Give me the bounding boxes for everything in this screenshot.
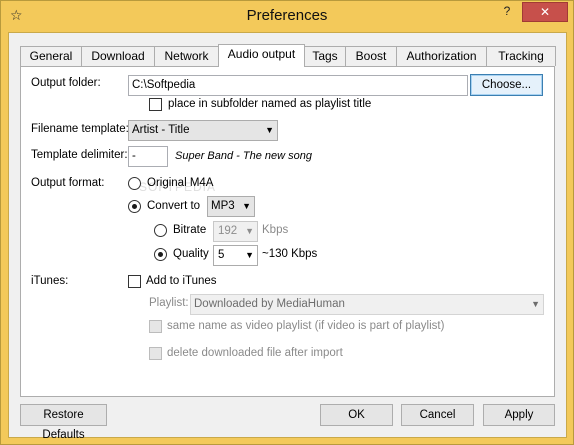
help-button[interactable]: ? <box>494 2 520 22</box>
close-button[interactable]: ✕ <box>522 2 568 22</box>
convert-format-value: MP3 <box>211 200 235 212</box>
window-title: Preferences <box>246 7 328 24</box>
delimiter-example: Super Band - The new song <box>175 150 312 162</box>
delete-after-import-checkbox[interactable] <box>149 347 162 360</box>
bitrate-unit: Kbps <box>262 224 289 236</box>
title-bar[interactable]: ☆ Preferences ? ✕ <box>1 1 573 33</box>
chevron-down-icon: ▼ <box>265 125 274 135</box>
choose-folder-button[interactable]: Choose... <box>470 74 543 96</box>
add-to-itunes-label: Add to iTunes <box>146 275 217 287</box>
tab-boost[interactable]: Boost <box>345 46 397 66</box>
preferences-window: ☆ Preferences ? ✕ General Download Netwo… <box>0 0 574 445</box>
convert-format-select[interactable]: MP3 ▼ <box>207 196 255 217</box>
chevron-down-icon: ▼ <box>245 250 254 260</box>
restore-defaults-button[interactable]: Restore Defaults <box>20 404 107 441</box>
tab-tracking[interactable]: Tracking <box>486 46 556 66</box>
template-delimiter-label: Template delimiter: <box>31 149 128 161</box>
delete-after-import-label: delete downloaded file after import <box>167 347 343 359</box>
tab-network[interactable]: Network <box>154 46 219 66</box>
ok-button[interactable]: OK <box>320 404 393 426</box>
bitrate-label: Bitrate <box>173 224 207 236</box>
tab-download[interactable]: Download <box>81 46 155 66</box>
dialog-client: General Download Network Audio output Ta… <box>8 32 567 441</box>
apply-button[interactable]: Apply <box>483 404 555 426</box>
quality-label: Quality <box>173 248 209 260</box>
audio-output-panel: SOFTPEDIA Output folder: C:\Softpedia Ch… <box>20 66 555 397</box>
bitrate-value: 192 <box>218 225 238 237</box>
add-to-itunes-checkbox[interactable] <box>128 275 141 288</box>
quality-note: ~130 Kbps <box>262 248 318 260</box>
playlist-label: Playlist: <box>149 297 189 309</box>
output-folder-field[interactable]: C:\Softpedia <box>128 75 468 96</box>
quality-value: 5 <box>218 249 225 261</box>
chevron-down-icon: ▼ <box>245 226 254 236</box>
tab-audio-output[interactable]: Audio output <box>218 44 305 67</box>
tab-authorization[interactable]: Authorization <box>396 46 487 66</box>
original-m4a-label: Original M4A <box>147 177 214 189</box>
subfolder-label: place in subfolder named as playlist tit… <box>168 98 372 110</box>
output-format-label: Output format: <box>31 177 105 189</box>
chevron-down-icon: ▼ <box>242 201 251 211</box>
same-name-label: same name as video playlist (if video is… <box>167 320 445 332</box>
tab-tags[interactable]: Tags <box>304 46 346 66</box>
itunes-label: iTunes: <box>31 275 69 287</box>
convert-to-label: Convert to <box>147 200 201 212</box>
bitrate-select[interactable]: 192 ▼ <box>213 221 258 242</box>
playlist-select[interactable]: Downloaded by MediaHuman ▼ <box>190 294 544 315</box>
playlist-value: Downloaded by MediaHuman <box>194 298 345 310</box>
template-delimiter-field[interactable]: - <box>128 146 168 167</box>
cancel-button[interactable]: Cancel <box>401 404 474 426</box>
convert-to-radio[interactable] <box>128 200 141 213</box>
tab-general[interactable]: General <box>20 46 82 66</box>
filename-template-value: Artist - Title <box>132 124 190 136</box>
same-name-checkbox[interactable] <box>149 320 162 333</box>
original-m4a-radio[interactable] <box>128 177 141 190</box>
filename-template-select[interactable]: Artist - Title ▼ <box>128 120 278 141</box>
quality-radio[interactable] <box>154 248 167 261</box>
bitrate-radio[interactable] <box>154 224 167 237</box>
filename-template-label: Filename template: <box>31 123 129 135</box>
subfolder-checkbox[interactable] <box>149 98 162 111</box>
quality-select[interactable]: 5 ▼ <box>213 245 258 266</box>
chevron-down-icon: ▼ <box>531 299 540 309</box>
output-folder-label: Output folder: <box>31 77 101 89</box>
